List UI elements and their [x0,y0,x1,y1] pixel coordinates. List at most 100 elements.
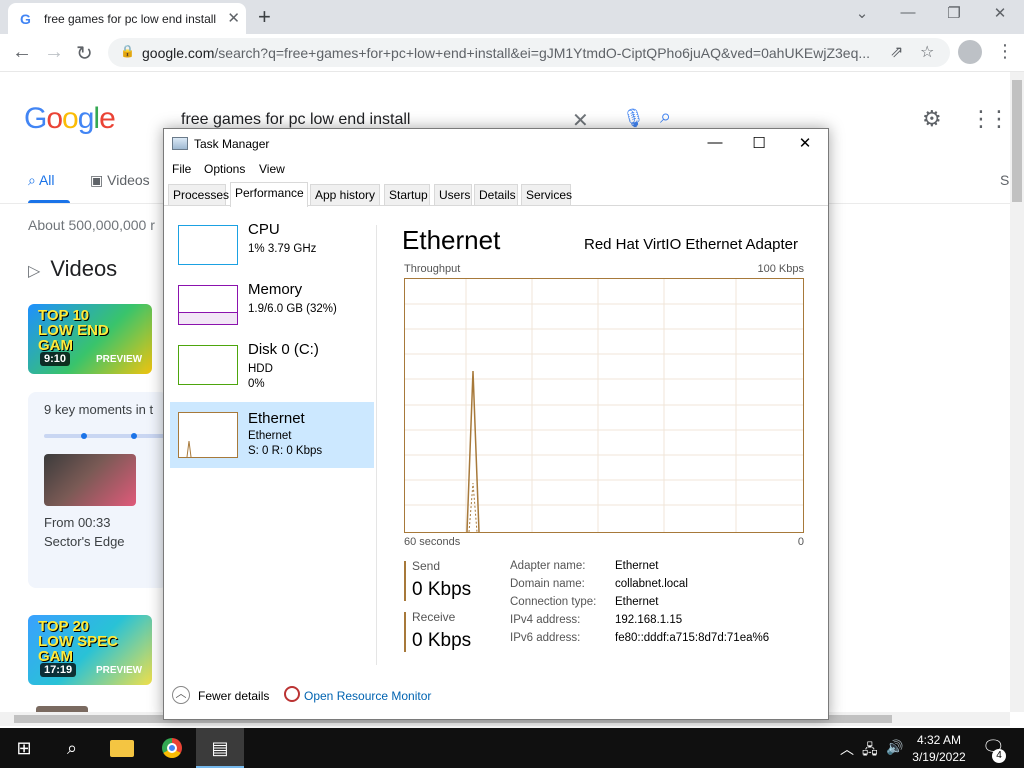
open-resource-monitor-link[interactable]: Open Resource Monitor [304,689,431,703]
ethernet-mini-spike [186,440,192,458]
show-hidden-icons-icon[interactable]: ︿ [840,739,854,759]
search-tab-partial[interactable]: S [1000,172,1009,188]
videos-heading: ▷ Videos [28,256,117,282]
video-thumbnail-1[interactable]: TOP 10 LOW END GAM 9:10 PREVIEW [28,304,152,374]
new-tab-button[interactable]: + [258,4,271,30]
key-moment-time[interactable]: From 00:33 [44,515,110,530]
result-stats: About 500,000,000 r [28,217,155,233]
chrome-taskbar-button[interactable] [148,728,196,768]
memory-mini-graph [178,285,238,325]
throughput-graph-svg [405,279,803,532]
tab-details[interactable]: Details [474,184,518,205]
logo-letter: o [62,102,79,135]
resource-detail: 1% 3.79 GHz [248,243,317,255]
tab-processes[interactable]: Processes [168,184,229,205]
receive-label: Receive [412,610,456,624]
resource-item-cpu[interactable]: CPU 1% 3.79 GHz [170,221,374,281]
throughput-max: 100 Kbps [757,263,804,275]
video-preview-badge: PREVIEW [96,354,143,365]
key-moment-name[interactable]: Sector's Edge [44,534,125,549]
video-thumbnail-text: TOP 20 LOW SPEC GAM [38,618,119,665]
microphone-icon[interactable]: 🎙 [622,108,645,129]
browser-minimize-button[interactable]: — [898,4,918,21]
task-manager-window: Task Manager — ☐ ✕ File Options View Pro… [163,128,829,720]
start-windows-icon[interactable]: ⊞ [0,728,48,768]
prop-value: fe80::dddf:a715:8d7d:71ea%6 [615,632,770,644]
graph-gridlines [405,279,803,532]
minimize-button[interactable]: — [700,134,730,151]
menu-view[interactable]: View [259,162,285,176]
browser-toolbar: ← → ↻ 🔒 google.com/search?q=free+games+f… [0,34,1024,72]
browser-restore-button[interactable]: ❐ [944,4,964,22]
tab-startup[interactable]: Startup [384,184,430,205]
key-moment-thumbnail[interactable] [44,454,136,506]
search-icon[interactable]: ⌕ [48,728,96,768]
browser-tab[interactable]: G free games for pc low end install ✕ [8,3,246,34]
close-button[interactable]: ✕ [790,134,820,152]
settings-gear-icon[interactable]: ⚙ [922,106,942,132]
profile-avatar-icon[interactable] [958,40,982,64]
search-tab-videos[interactable]: ▣ Videos [90,172,150,189]
tab-services[interactable]: Services [521,184,572,205]
google-logo[interactable]: Google [24,102,116,136]
forward-arrow-icon[interactable]: → [44,41,64,64]
url-text[interactable]: google.com/search?q=free+games+for+pc+lo… [142,45,872,61]
key-moment-marker[interactable] [131,433,137,439]
search-tab-all[interactable]: ⌕ All [28,172,55,189]
chevron-up-icon[interactable]: ︿ [172,686,190,704]
search-icon[interactable]: ⌕ [660,106,671,129]
network-icon[interactable]: 🖧 [862,739,878,763]
video-section-icon: ▷ [28,263,41,280]
prop-label: IPv4 address: [510,614,581,626]
video-duration: 9:10 [40,352,71,366]
share-icon[interactable]: ⇗ [890,42,903,62]
bookmark-star-icon[interactable]: ☆ [920,42,934,62]
task-manager-app-icon [172,137,188,150]
lock-icon[interactable]: 🔒 [120,44,135,58]
folder-icon [110,740,134,757]
cpu-mini-graph [178,225,238,265]
resource-name: Ethernet [248,410,305,427]
back-arrow-icon[interactable]: ← [12,41,32,64]
tab-search-icon[interactable]: ⌄ [852,4,872,22]
resource-item-memory[interactable]: Memory 1.9/6.0 GB (32%) [170,281,374,341]
search-query-input[interactable]: free games for pc low end install [181,111,410,129]
resource-item-ethernet[interactable]: Ethernet Ethernet S: 0 R: 0 Kbps [170,402,374,468]
key-moments-timeline[interactable] [44,434,168,438]
menu-options[interactable]: Options [204,162,245,176]
tab-title: free games for pc low end install [44,12,217,26]
video-thumbnail-2[interactable]: TOP 20 LOW SPEC GAM 17:19 PREVIEW [28,615,152,685]
clock-date[interactable]: 3/19/2022 [900,750,978,764]
maximize-button[interactable]: ☐ [744,134,774,152]
key-moment-marker[interactable] [81,433,87,439]
task-manager-title: Task Manager [194,137,270,151]
search-tab-videos-label: Videos [107,172,150,188]
tab-users[interactable]: Users [434,184,472,205]
resource-monitor-icon[interactable] [284,686,300,702]
fewer-details-button[interactable]: Fewer details [198,689,269,703]
prop-value: collabnet.local [615,578,688,590]
task-manager-taskbar-button[interactable]: ▤ [196,728,244,768]
notification-count-badge: 4 [992,749,1006,763]
file-explorer-button[interactable] [98,728,146,768]
disk-mini-graph [178,345,238,385]
reload-icon[interactable]: ↻ [76,41,93,66]
browser-close-button[interactable]: ✕ [990,4,1010,22]
page-vertical-scroll-thumb[interactable] [1012,80,1022,202]
menu-file[interactable]: File [172,162,191,176]
url-host: google.com [142,45,215,61]
browser-menu-icon[interactable]: ⋮ [996,41,1014,62]
panel-divider[interactable] [376,225,377,665]
graph-x-right-label: 0 [797,536,804,548]
tab-performance[interactable]: Performance [230,182,308,207]
resource-item-disk[interactable]: Disk 0 (C:) HDD 0% [170,341,374,401]
clock-time[interactable]: 4:32 AM [900,733,978,747]
logo-letter: o [46,102,63,135]
prop-label: Domain name: [510,578,585,590]
chrome-icon [162,738,182,758]
tab-close-icon[interactable]: ✕ [227,9,240,27]
address-bar[interactable]: 🔒 google.com/search?q=free+games+for+pc+… [108,38,950,67]
prop-value: Ethernet [615,560,659,572]
tab-app-history[interactable]: App history [310,184,380,205]
resource-detail: S: 0 R: 0 Kbps [248,445,323,457]
